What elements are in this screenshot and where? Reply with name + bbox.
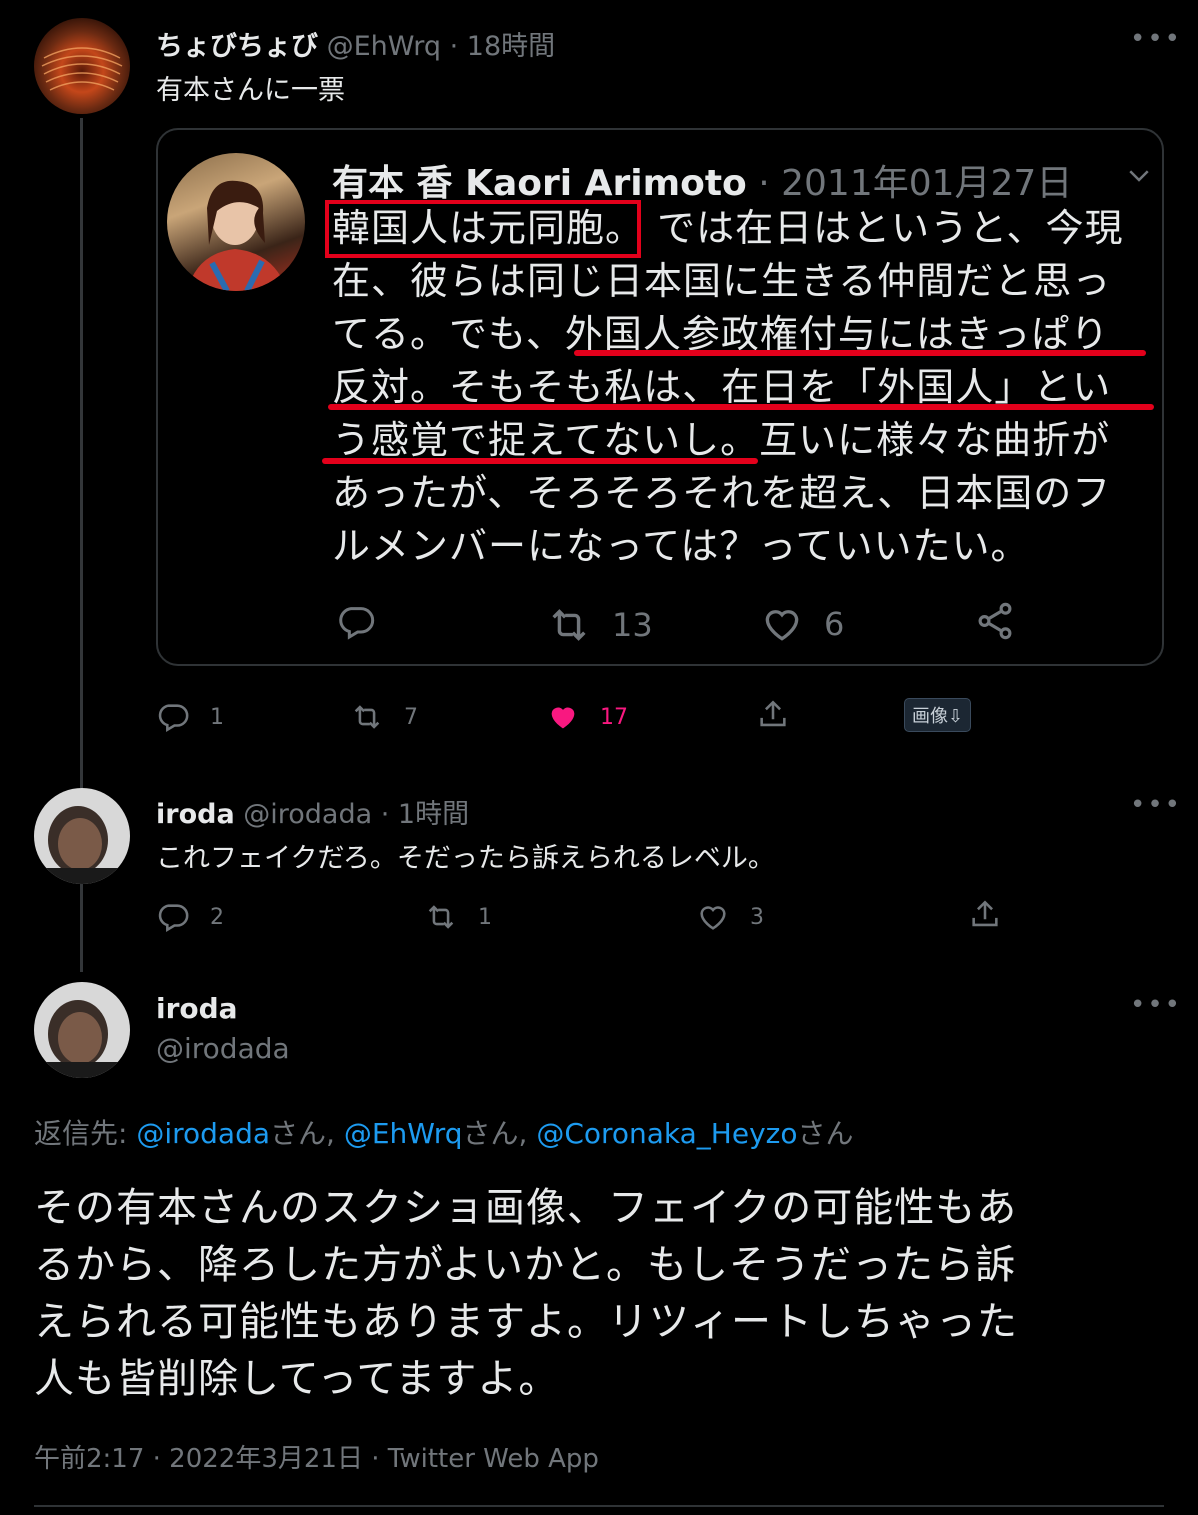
reply-icon — [156, 700, 190, 734]
retweet-button[interactable]: 7 — [350, 700, 418, 734]
avatar[interactable] — [34, 788, 130, 884]
timestamp[interactable]: 18時間 — [467, 31, 555, 62]
more-icon[interactable]: ••• — [1130, 24, 1182, 54]
like-button[interactable]: 17 — [546, 700, 628, 734]
more-icon[interactable]: ••• — [1130, 790, 1182, 820]
tweet-header: iroda @irodada · 1時間 — [156, 792, 469, 831]
avatar[interactable] — [34, 982, 130, 1078]
heart-filled-icon — [546, 700, 580, 734]
reply-button[interactable]: 1 — [156, 700, 224, 734]
quote-header: 有本 香 Kaori Arimoto · 2011年01月27日 — [332, 154, 1072, 206]
main-tweet-text: その有本さんのスクショ画像、フェイクの可能性もあ るから、降ろした方がよいかと。… — [34, 1180, 1174, 1408]
quote-display-name: 有本 香 Kaori Arimoto — [332, 163, 747, 204]
text-line: えられる可能性もありますよ。リツィートしちゃった — [34, 1299, 1018, 1345]
underline-annotation — [328, 404, 1154, 410]
reply-to-label: 返信先: — [34, 1117, 128, 1150]
retweet-count: 1 — [478, 904, 492, 930]
share-icon — [756, 698, 790, 732]
mention-link[interactable]: @EhWrq — [344, 1117, 463, 1150]
reply-icon — [156, 900, 190, 934]
text-line: 人も皆削除してってますよ。 — [34, 1356, 560, 1402]
like-button[interactable]: 3 — [696, 900, 764, 934]
handle[interactable]: @irodada — [156, 1032, 290, 1065]
more-icon[interactable]: ••• — [1130, 990, 1182, 1020]
text-line: その有本さんのスクショ画像、フェイクの可能性もあ — [34, 1185, 1018, 1231]
quote-reply-button[interactable] — [336, 602, 376, 642]
retweet-count: 7 — [404, 704, 418, 730]
quote-date: · 2011年01月27日 — [758, 163, 1073, 204]
quote-line: ルメンバーになっては？っていいたい。 — [332, 524, 1030, 568]
share-button[interactable] — [968, 898, 1002, 932]
underline-annotation — [574, 350, 1146, 356]
tweet-meta[interactable]: 午前2:17 · 2022年3月21日 · Twitter Web App — [34, 1438, 599, 1475]
avatar[interactable] — [34, 18, 130, 114]
portrait-image — [187, 180, 287, 291]
display-name[interactable]: iroda — [156, 992, 238, 1025]
reply-icon — [336, 602, 376, 642]
quote-retweet-button[interactable]: 13 — [546, 602, 653, 648]
quote-line: あったが、そろそろそれを超え、日本国のフ — [332, 471, 1112, 515]
like-count: 6 — [824, 605, 845, 643]
reply-to: 返信先: @irodadaさん, @EhWrqさん, @Coronaka_Hey… — [34, 1117, 854, 1150]
retweet-icon — [424, 900, 458, 934]
quote-avatar — [167, 153, 305, 291]
thread-line — [80, 882, 83, 972]
quote-like-button[interactable]: 6 — [760, 602, 844, 646]
tweet-header: ちょびちょび @EhWrq · 18時間 — [156, 31, 556, 62]
tweet-text: これフェイクだろ。そだったら訴えられるレベル。 — [156, 843, 775, 874]
retweet-count: 13 — [612, 606, 653, 644]
avatar-image — [34, 1000, 130, 1078]
retweet-button[interactable]: 1 — [424, 900, 492, 934]
timestamp[interactable]: · 1時間 — [381, 799, 469, 830]
avatar-image — [41, 47, 123, 91]
handle[interactable]: @EhWrq — [327, 31, 441, 62]
share-button[interactable] — [756, 698, 790, 732]
quote-share-button[interactable] — [974, 600, 1016, 642]
chevron-down-icon[interactable] — [1124, 160, 1154, 194]
handle[interactable]: @irodada — [243, 799, 372, 830]
quote-line: 在、彼らは同じ日本国に生きる仲間だと思っ — [332, 259, 1112, 303]
underline-annotation — [322, 458, 758, 464]
reply-count: 2 — [210, 904, 224, 930]
display-name[interactable]: ちょびちょび — [156, 31, 318, 62]
mention-link[interactable]: @irodada — [136, 1117, 270, 1150]
heart-icon — [760, 602, 804, 646]
reply-button[interactable]: 2 — [156, 900, 224, 934]
share-icon — [968, 898, 1002, 932]
highlight-box — [325, 200, 641, 258]
text-line: るから、降ろした方がよいかと。もしそうだったら訴 — [34, 1242, 1016, 1288]
retweet-icon — [350, 700, 384, 734]
like-count: 17 — [600, 704, 628, 730]
heart-icon — [696, 900, 730, 934]
retweet-icon — [546, 602, 592, 648]
thread-line — [80, 118, 83, 788]
reply-count: 1 — [210, 704, 224, 730]
image-download-badge[interactable]: 画像⇩ — [904, 698, 972, 732]
display-name[interactable]: iroda — [156, 799, 235, 830]
divider — [34, 1505, 1164, 1507]
like-count: 3 — [750, 904, 764, 930]
mention-link[interactable]: @Coronaka_Heyzo — [536, 1117, 797, 1150]
avatar-image — [34, 806, 130, 884]
tweet-text: 有本さんに一票 — [156, 75, 345, 106]
share-icon — [974, 600, 1016, 642]
